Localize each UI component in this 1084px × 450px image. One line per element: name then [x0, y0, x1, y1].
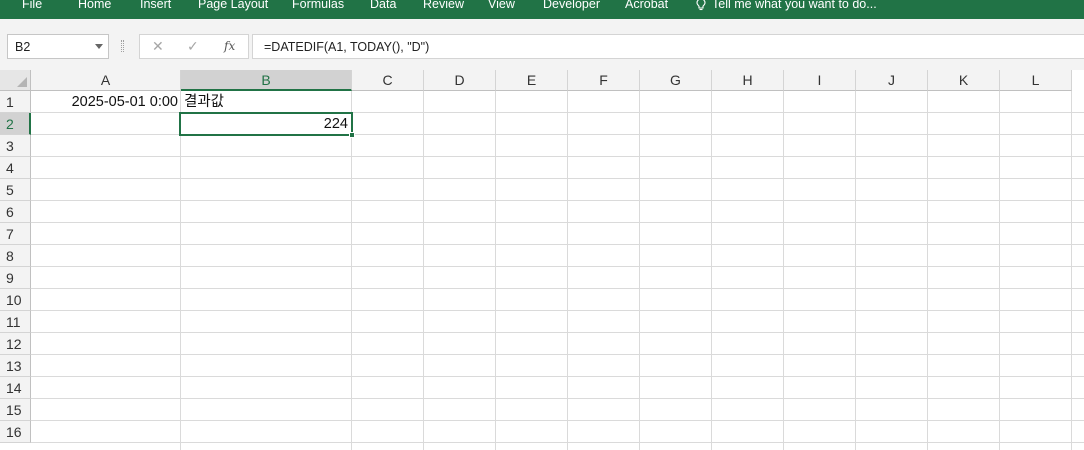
gridline: [31, 442, 1084, 443]
select-all-triangle-icon: [17, 77, 27, 87]
gridline: [351, 91, 352, 450]
gridline: [927, 91, 928, 450]
gridline: [31, 354, 1084, 355]
select-all-button[interactable]: [0, 70, 31, 91]
gridline: [31, 266, 1084, 267]
column-header-f[interactable]: F: [568, 70, 640, 91]
row-header-4[interactable]: 4: [0, 157, 31, 179]
gridline: [31, 288, 1084, 289]
tab-acrobat[interactable]: Acrobat: [625, 0, 668, 11]
check-icon[interactable]: ✓: [187, 38, 199, 55]
gridline: [31, 178, 1084, 179]
row-header-12[interactable]: 12: [0, 333, 31, 355]
tab-page-layout[interactable]: Page Layout: [198, 0, 268, 11]
gridline: [31, 222, 1084, 223]
cancel-icon[interactable]: ✕: [152, 38, 164, 55]
row-header-6[interactable]: 6: [0, 201, 31, 223]
tab-developer[interactable]: Developer: [543, 0, 600, 11]
gridline: [495, 91, 496, 450]
gridline: [639, 91, 640, 450]
gridline: [31, 376, 1084, 377]
name-box[interactable]: B2: [7, 34, 109, 59]
column-header-j[interactable]: J: [856, 70, 928, 91]
gridline: [31, 200, 1084, 201]
row-header-10[interactable]: 10: [0, 289, 31, 311]
formula-bar: B2 ✕ ✓ fx =DATEDIF(A1, TODAY(), "D"): [0, 19, 1084, 70]
formula-bar-grip[interactable]: [121, 40, 124, 52]
tab-view[interactable]: View: [488, 0, 515, 11]
formula-buttons: ✕ ✓ fx: [139, 34, 249, 59]
column-header-g[interactable]: G: [640, 70, 712, 91]
gridline: [31, 310, 1084, 311]
tab-formulas[interactable]: Formulas: [292, 0, 344, 11]
gridline: [783, 91, 784, 450]
gridline: [31, 156, 1084, 157]
cell-b1[interactable]: 결과값: [184, 91, 224, 113]
row-header-3[interactable]: 3: [0, 135, 31, 157]
gridline: [31, 244, 1084, 245]
gridline: [855, 91, 856, 450]
tell-me-search[interactable]: Tell me what you want to do...: [696, 0, 877, 11]
row-header-11[interactable]: 11: [0, 311, 31, 333]
cell-a1[interactable]: 2025-05-01 0:00: [31, 91, 178, 113]
row-header-9[interactable]: 9: [0, 267, 31, 289]
gridline: [567, 91, 568, 450]
column-header-l[interactable]: L: [1000, 70, 1072, 91]
row-header-13[interactable]: 13: [0, 355, 31, 377]
column-header-k[interactable]: K: [928, 70, 1000, 91]
ribbon-tab-bar: File Home Insert Page Layout Formulas Da…: [0, 0, 1084, 19]
column-header-i[interactable]: I: [784, 70, 856, 91]
name-box-value: B2: [15, 40, 31, 54]
gridline: [999, 91, 1000, 450]
row-header-1[interactable]: 1: [0, 91, 31, 113]
column-header-a[interactable]: A: [31, 70, 181, 91]
insert-function-button[interactable]: fx: [224, 39, 235, 53]
gridline: [180, 91, 181, 450]
tab-home[interactable]: Home: [78, 0, 111, 11]
row-header-16[interactable]: 16: [0, 421, 31, 443]
row-header-8[interactable]: 8: [0, 245, 31, 267]
row-header-5[interactable]: 5: [0, 179, 31, 201]
lightbulb-icon: [696, 0, 706, 11]
tab-data[interactable]: Data: [370, 0, 396, 11]
column-header-h[interactable]: H: [712, 70, 784, 91]
gridline: [31, 398, 1084, 399]
gridline: [31, 332, 1084, 333]
formula-input[interactable]: =DATEDIF(A1, TODAY(), "D"): [252, 34, 1084, 59]
row-header-7[interactable]: 7: [0, 223, 31, 245]
column-header-b[interactable]: B: [181, 70, 352, 91]
column-header-e[interactable]: E: [496, 70, 568, 91]
row-header-15[interactable]: 15: [0, 399, 31, 421]
column-header-d[interactable]: D: [424, 70, 496, 91]
gridline: [31, 420, 1084, 421]
tab-review[interactable]: Review: [423, 0, 464, 11]
tell-me-text: Tell me what you want to do...: [712, 0, 877, 11]
tab-file[interactable]: File: [22, 0, 42, 11]
active-cell-border: [179, 112, 353, 136]
row-header-14[interactable]: 14: [0, 377, 31, 399]
tab-insert[interactable]: Insert: [140, 0, 171, 11]
column-header-c[interactable]: C: [352, 70, 424, 91]
gridline: [423, 91, 424, 450]
fill-handle[interactable]: [349, 132, 355, 138]
chevron-down-icon[interactable]: [95, 44, 103, 49]
row-header-2[interactable]: 2: [0, 113, 31, 135]
gridline: [711, 91, 712, 450]
gridline: [1071, 91, 1072, 450]
worksheet-grid[interactable]: A B C D E F G H I J K L 1 2 3 4 5 6 7 8 …: [0, 70, 1084, 450]
